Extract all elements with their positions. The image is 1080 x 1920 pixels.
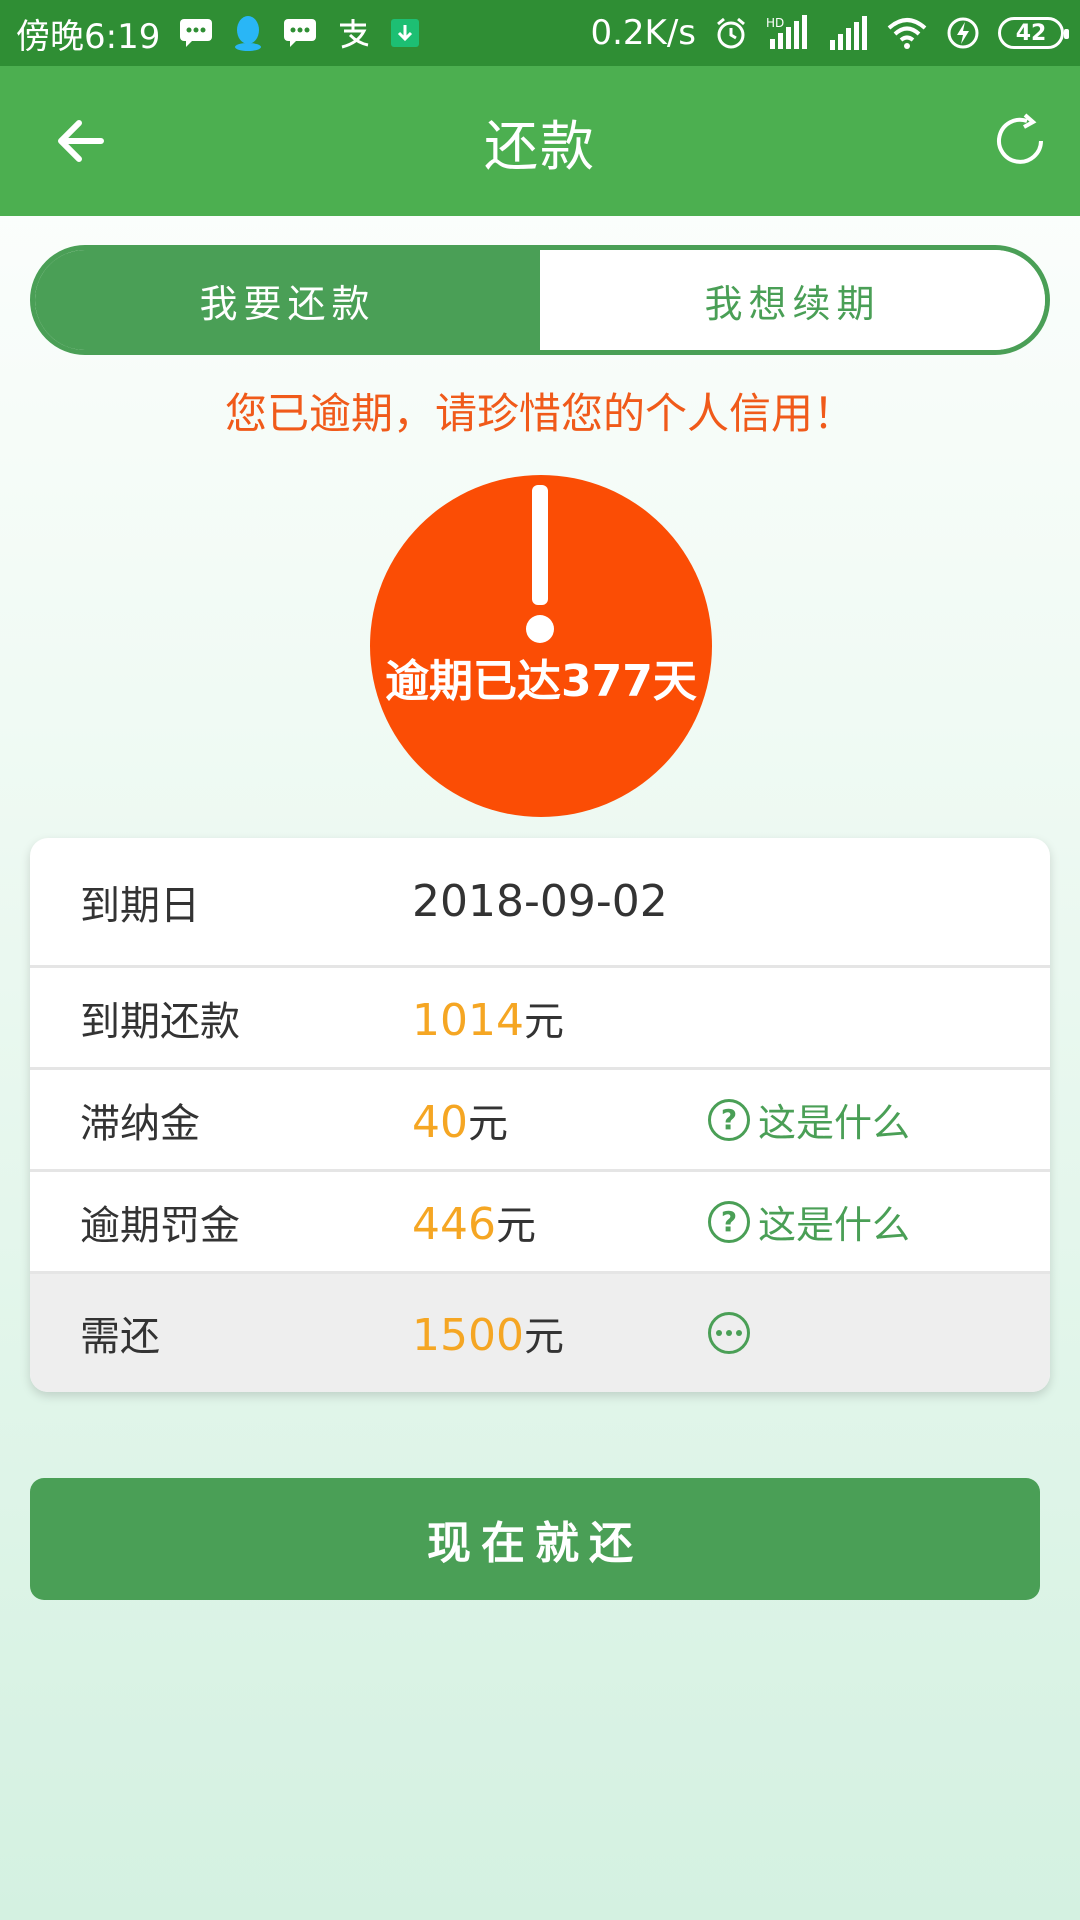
refresh-icon: [997, 113, 1043, 164]
segment-control: 我要还款 我想续期: [30, 245, 1050, 355]
message-icon: [282, 13, 318, 53]
late-fee-number: 40: [412, 1096, 468, 1148]
back-button[interactable]: [40, 101, 120, 181]
detail-row-due-date: 到期日 2018-09-02: [30, 838, 1050, 968]
app-header: 还款: [0, 66, 1080, 216]
arrow-left-icon: [58, 120, 104, 162]
help-text: 这是什么: [758, 1203, 911, 1247]
help-text: 这是什么: [758, 1101, 911, 1145]
alarm-icon: [714, 13, 748, 53]
late-fee-label: 滞纳金: [80, 1100, 200, 1147]
due-amount-label: 到期还款: [80, 998, 240, 1045]
refresh-button[interactable]: [980, 101, 1060, 181]
tab-renew[interactable]: 我想续期: [540, 250, 1045, 350]
total-number: 1500: [412, 1310, 524, 1361]
download-icon: [390, 13, 420, 53]
overdue-days-text: 逾期已达377天: [385, 656, 697, 707]
more-details-icon[interactable]: [708, 1312, 750, 1354]
overdue-warning: 您已逾期，请珍惜您的个人信用！: [224, 389, 855, 438]
question-icon: ?: [708, 1200, 750, 1243]
penalty-number: 446: [412, 1198, 496, 1250]
signal-icon: [828, 13, 868, 53]
total-label: 需还: [80, 1314, 160, 1360]
due-date-label: 到期日: [80, 882, 200, 929]
detail-row-total: 需还 1500元: [30, 1274, 1050, 1392]
question-icon: ?: [708, 1098, 750, 1141]
battery-indicator: 42: [998, 17, 1069, 49]
currency-unit: 元: [495, 1202, 536, 1249]
detail-row-late-fee: 滞纳金 40元 ? 这是什么: [30, 1070, 1050, 1172]
late-fee-help-link[interactable]: ? 这是什么: [708, 1092, 910, 1147]
svg-text:HD: HD: [766, 16, 784, 30]
status-bar: 傍晚6:19 0.2K/s HD 42: [0, 0, 1080, 66]
tab-repay[interactable]: 我要还款: [35, 250, 540, 350]
qq-icon: [232, 13, 264, 53]
late-fee-value: 40元: [412, 1091, 508, 1149]
currency-unit: 元: [523, 1314, 564, 1360]
currency-unit: 元: [468, 1100, 508, 1147]
charging-icon: [946, 13, 980, 53]
penalty-help-link[interactable]: ? 这是什么: [708, 1194, 910, 1249]
due-amount-value: 1014元: [412, 989, 564, 1047]
penalty-value: 446元: [412, 1193, 536, 1251]
due-amount-number: 1014: [412, 994, 524, 1046]
penalty-label: 逾期罚金: [80, 1202, 240, 1249]
exclamation-dot: [526, 615, 554, 643]
total-value: 1500元: [412, 1304, 564, 1362]
due-date-value: 2018-09-02: [412, 876, 668, 927]
repayment-details-card: 到期日 2018-09-02 到期还款 1014元 滞纳金 40元 ? 这是什么…: [30, 838, 1050, 1392]
page-title: 还款: [484, 114, 596, 178]
message-icon: [178, 13, 214, 53]
wifi-icon: [886, 13, 928, 53]
alipay-icon: [336, 13, 372, 53]
currency-unit: 元: [523, 998, 564, 1045]
overdue-indicator: 逾期已达377天: [370, 475, 712, 817]
detail-row-due-amount: 到期还款 1014元: [30, 968, 1050, 1070]
hd-signal-icon: HD: [766, 13, 810, 53]
status-time: 傍晚6:19: [16, 16, 161, 57]
network-speed: 0.2K/s: [590, 13, 696, 53]
exclamation-icon: [532, 485, 548, 605]
detail-row-penalty: 逾期罚金 446元 ? 这是什么: [30, 1172, 1050, 1274]
pay-now-button[interactable]: 现在就还: [30, 1478, 1040, 1600]
